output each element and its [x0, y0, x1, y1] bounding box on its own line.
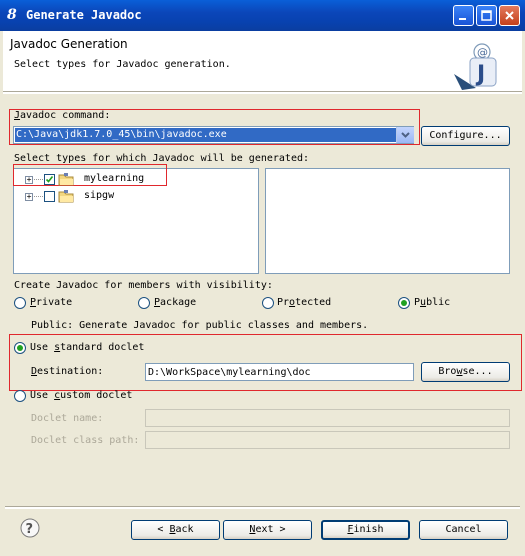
doclet-name-input	[145, 409, 510, 427]
protected-radio[interactable]	[262, 297, 274, 309]
private-radio[interactable]	[14, 297, 26, 309]
package-label[interactable]: Package	[154, 297, 196, 308]
javadoc-command-combo[interactable]: C:\Java\jdk1.7.0_45\bin\javadoc.exe	[13, 126, 414, 144]
minimize-button[interactable]	[453, 5, 474, 26]
browse-button[interactable]: Browse...	[421, 362, 510, 382]
combo-dropdown-button[interactable]	[396, 127, 414, 143]
doclet-name-label: Doclet name:	[31, 413, 104, 424]
chevron-down-icon	[401, 132, 410, 138]
doclet-classpath-input	[145, 431, 510, 449]
custom-doclet-label[interactable]: Use custom doclet	[30, 390, 132, 401]
svg-text:?: ?	[26, 522, 34, 537]
project-folder-icon	[58, 189, 74, 203]
maximize-icon	[481, 10, 492, 21]
expand-icon[interactable]: +	[25, 176, 33, 184]
checkmark-icon	[45, 176, 54, 183]
page-title: Javadoc Generation	[10, 37, 128, 51]
javadoc-wizard-icon: @ J	[450, 42, 504, 90]
window-title: Generate Javadoc	[26, 8, 142, 22]
tree-connector	[34, 196, 43, 197]
page-description: Select types for Javadoc generation.	[14, 59, 231, 70]
javadoc-command-label: Javadoc command:	[14, 110, 111, 121]
destination-label: Destination:	[31, 366, 104, 377]
project-name: mylearning	[84, 173, 145, 184]
maximize-button[interactable]	[476, 5, 497, 26]
project-checkbox[interactable]	[44, 174, 55, 185]
project-checkbox[interactable]	[44, 191, 55, 202]
public-label[interactable]: Public	[414, 297, 450, 308]
package-radio[interactable]	[138, 297, 150, 309]
minimize-icon	[459, 18, 466, 20]
project-name: sipgw	[84, 190, 115, 201]
javadoc-command-value[interactable]: C:\Java\jdk1.7.0_45\bin\javadoc.exe	[15, 128, 396, 142]
types-label: Select types for which Javadoc will be g…	[14, 153, 310, 164]
next-button[interactable]: Next >	[223, 520, 312, 540]
svg-text:J: J	[475, 62, 485, 87]
expand-icon[interactable]: +	[25, 193, 33, 201]
tree-connector	[34, 179, 43, 180]
private-label[interactable]: Private	[30, 297, 72, 308]
close-icon	[505, 11, 514, 20]
close-button[interactable]	[499, 5, 520, 26]
visibility-description: Public: Generate Javadoc for public clas…	[31, 320, 369, 331]
visibility-label: Create Javadoc for members with visibili…	[14, 280, 273, 291]
help-button[interactable]: ?	[20, 518, 40, 538]
standard-doclet-radio[interactable]	[14, 342, 26, 354]
custom-doclet-radio[interactable]	[14, 390, 26, 402]
back-button[interactable]: < Back	[131, 520, 220, 540]
footer-separator	[5, 506, 520, 509]
finish-button[interactable]: Finish	[321, 520, 410, 540]
members-list[interactable]	[265, 168, 510, 274]
protected-label[interactable]: Protected	[277, 297, 331, 308]
public-radio[interactable]	[398, 297, 410, 309]
doclet-classpath-label: Doclet class path:	[31, 435, 140, 446]
header-separator	[3, 91, 522, 94]
eclipse-app-icon: 8	[7, 7, 17, 23]
configure-button[interactable]: Configure...	[421, 126, 510, 146]
standard-doclet-label[interactable]: Use standard doclet	[30, 342, 144, 353]
svg-text:@: @	[477, 46, 488, 59]
help-icon: ?	[20, 518, 40, 538]
cancel-button[interactable]: Cancel	[419, 520, 508, 540]
destination-input[interactable]: D:\WorkSpace\mylearning\doc	[145, 363, 414, 381]
project-folder-icon	[58, 172, 74, 186]
